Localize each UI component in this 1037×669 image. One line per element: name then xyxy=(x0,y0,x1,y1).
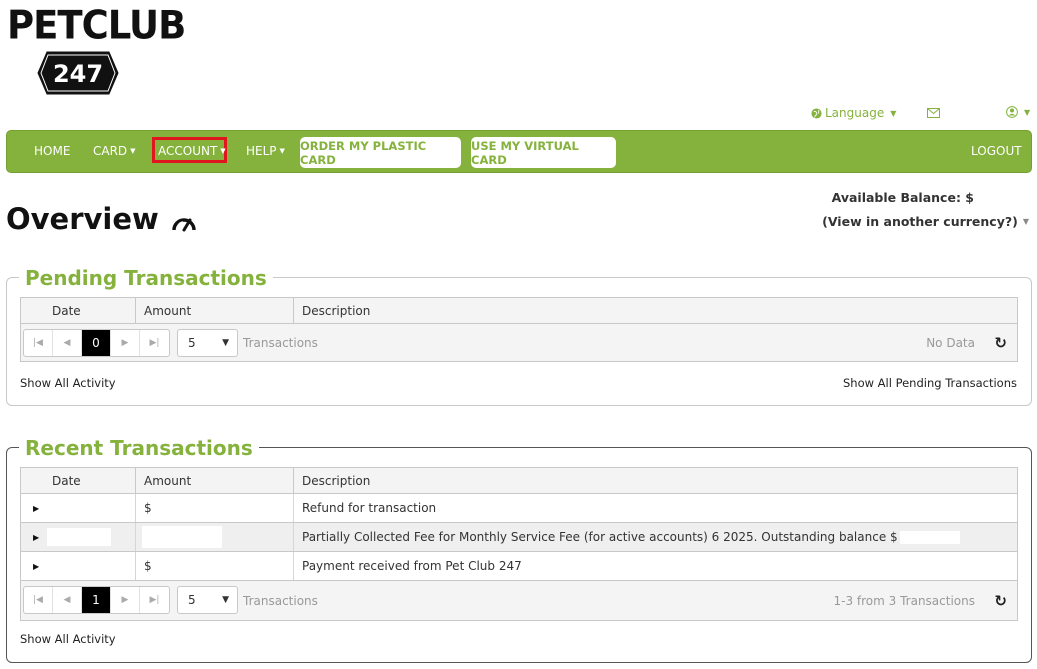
column-header-amount[interactable]: Amount xyxy=(136,468,294,493)
grid-header: Date Amount Description xyxy=(21,298,1017,324)
dashboard-gauge-icon xyxy=(172,218,196,232)
last-page-icon[interactable]: ▶| xyxy=(140,587,169,613)
use-virtual-card-button[interactable]: USE MY VIRTUAL CARD xyxy=(471,137,616,168)
pager-current-page[interactable]: 1 xyxy=(82,587,111,613)
first-page-icon[interactable]: |◀ xyxy=(24,330,53,356)
redacted-amount xyxy=(142,526,222,548)
table-row[interactable]: ▶ Partially Collected Fee for Monthly Se… xyxy=(21,523,1017,552)
nav-account[interactable]: ACCOUNT ▼ xyxy=(158,144,226,158)
table-row[interactable]: ▶ $ Refund for transaction xyxy=(21,494,1017,523)
redacted-balance xyxy=(899,530,960,544)
user-icon xyxy=(1006,106,1018,118)
language-selector[interactable]: Language ▼ xyxy=(811,106,896,120)
chevron-down-icon: ▼ xyxy=(890,108,897,118)
page-size-select[interactable]: 5 ▼ xyxy=(177,586,238,614)
nav-home-label: HOME xyxy=(34,144,71,158)
available-balance: Available Balance: $ xyxy=(831,190,974,205)
logo-number: 247 xyxy=(52,60,104,88)
pending-show-all-activity-link[interactable]: Show All Activity xyxy=(20,376,116,390)
column-header-date[interactable]: Date xyxy=(21,298,136,323)
chevron-down-icon: ▼ xyxy=(220,147,226,155)
refresh-icon[interactable]: ↻ xyxy=(994,592,1007,610)
pager-label: Transactions xyxy=(243,336,318,350)
recent-transactions-grid: Date Amount Description ▶ $ Refund for t… xyxy=(20,467,1018,621)
grid-pager: |◀ ◀ 0 ▶ ▶| 5 ▼ Transactions No Data ↻ xyxy=(21,324,1017,361)
prev-page-icon[interactable]: ◀ xyxy=(53,330,82,356)
nav-logout-label: LOGOUT xyxy=(971,144,1022,158)
nav-account-label: ACCOUNT xyxy=(158,144,218,158)
pager-info: 1-3 from 3 Transactions xyxy=(833,594,975,608)
currency-selector[interactable]: (View in another currency?) ▼ xyxy=(822,214,1029,229)
currency-link: (View in another currency?) xyxy=(822,214,1018,229)
refresh-icon[interactable]: ↻ xyxy=(994,334,1007,352)
next-page-icon[interactable]: ▶ xyxy=(111,330,140,356)
user-menu[interactable]: ▼ xyxy=(1006,106,1030,118)
table-row[interactable]: ▶ $ Payment received from Pet Club 247 xyxy=(21,552,1017,581)
page-title-row: Overview xyxy=(6,202,197,236)
row-description: Partially Collected Fee for Monthly Serv… xyxy=(302,530,898,544)
envelope-icon xyxy=(927,108,940,118)
pending-transactions-panel: Pending Transactions Date Amount Descrip… xyxy=(6,265,1032,406)
nav-card-label: CARD xyxy=(93,144,128,158)
nav-home[interactable]: HOME xyxy=(34,144,70,158)
expand-row-icon[interactable]: ▶ xyxy=(33,504,39,513)
row-date-cell: ▶ xyxy=(21,523,136,551)
row-amount: $ xyxy=(136,494,294,522)
first-page-icon[interactable]: |◀ xyxy=(24,587,53,613)
row-amount: $ xyxy=(136,552,294,580)
chevron-down-icon: ▼ xyxy=(130,147,136,155)
chevron-down-icon: ▼ xyxy=(1024,107,1031,117)
pager-current-page[interactable]: 0 xyxy=(82,330,111,356)
expand-row-icon[interactable]: ▶ xyxy=(33,562,39,571)
row-description: Payment received from Pet Club 247 xyxy=(302,559,522,573)
logo-text: PETCLUB xyxy=(7,2,186,49)
pager-info: No Data xyxy=(926,336,975,350)
column-header-date[interactable]: Date xyxy=(21,468,136,493)
chevron-down-icon: ▼ xyxy=(1022,217,1029,226)
nav-logout[interactable]: LOGOUT xyxy=(971,144,1022,158)
column-header-description[interactable]: Description xyxy=(294,298,1017,323)
page-size-value: 5 xyxy=(188,593,196,607)
prev-page-icon[interactable]: ◀ xyxy=(53,587,82,613)
globe-icon xyxy=(811,107,822,119)
pending-transactions-grid: Date Amount Description |◀ ◀ 0 ▶ ▶| 5 ▼ … xyxy=(20,297,1018,362)
row-date-cell: ▶ xyxy=(21,494,136,522)
page-title: Overview xyxy=(6,202,159,236)
language-label: Language xyxy=(825,106,885,120)
chevron-down-icon: ▼ xyxy=(222,595,229,605)
petclub-logo: PETCLUB 247 xyxy=(7,3,186,96)
nav-help[interactable]: HELP ▼ xyxy=(246,144,285,158)
pager-buttons: |◀ ◀ 1 ▶ ▶| xyxy=(23,586,170,614)
next-page-icon[interactable]: ▶ xyxy=(111,587,140,613)
order-plastic-card-button[interactable]: ORDER MY PLASTIC CARD xyxy=(300,137,461,168)
row-amount-cell xyxy=(136,523,294,551)
pager-label: Transactions xyxy=(243,594,318,608)
expand-row-icon[interactable]: ▶ xyxy=(33,533,39,542)
recent-transactions-panel: Recent Transactions Date Amount Descript… xyxy=(6,435,1032,663)
page-size-select[interactable]: 5 ▼ xyxy=(177,329,238,357)
nav-help-label: HELP xyxy=(246,144,277,158)
chevron-down-icon: ▼ xyxy=(222,338,229,348)
grid-pager: |◀ ◀ 1 ▶ ▶| 5 ▼ Transactions 1-3 from 3 … xyxy=(21,581,1017,620)
grid-header: Date Amount Description xyxy=(21,468,1017,494)
page-size-value: 5 xyxy=(188,336,196,350)
column-header-amount[interactable]: Amount xyxy=(136,298,294,323)
redacted-date xyxy=(47,528,112,546)
row-date-cell: ▶ xyxy=(21,552,136,580)
recent-show-all-activity-link[interactable]: Show All Activity xyxy=(20,632,116,646)
pager-buttons: |◀ ◀ 0 ▶ ▶| xyxy=(23,329,170,357)
show-all-pending-link[interactable]: Show All Pending Transactions xyxy=(843,376,1017,390)
messages-button[interactable] xyxy=(927,108,940,118)
recent-transactions-title: Recent Transactions xyxy=(19,435,259,461)
main-nav: HOME CARD ▼ ACCOUNT ▼ HELP ▼ ORDER MY PL… xyxy=(6,130,1032,173)
row-description-cell: Partially Collected Fee for Monthly Serv… xyxy=(294,523,1017,551)
nav-card[interactable]: CARD ▼ xyxy=(93,144,136,158)
chevron-down-icon: ▼ xyxy=(279,147,285,155)
row-description: Refund for transaction xyxy=(302,501,437,515)
column-header-description[interactable]: Description xyxy=(294,468,1017,493)
pending-transactions-title: Pending Transactions xyxy=(19,265,273,291)
last-page-icon[interactable]: ▶| xyxy=(140,330,169,356)
